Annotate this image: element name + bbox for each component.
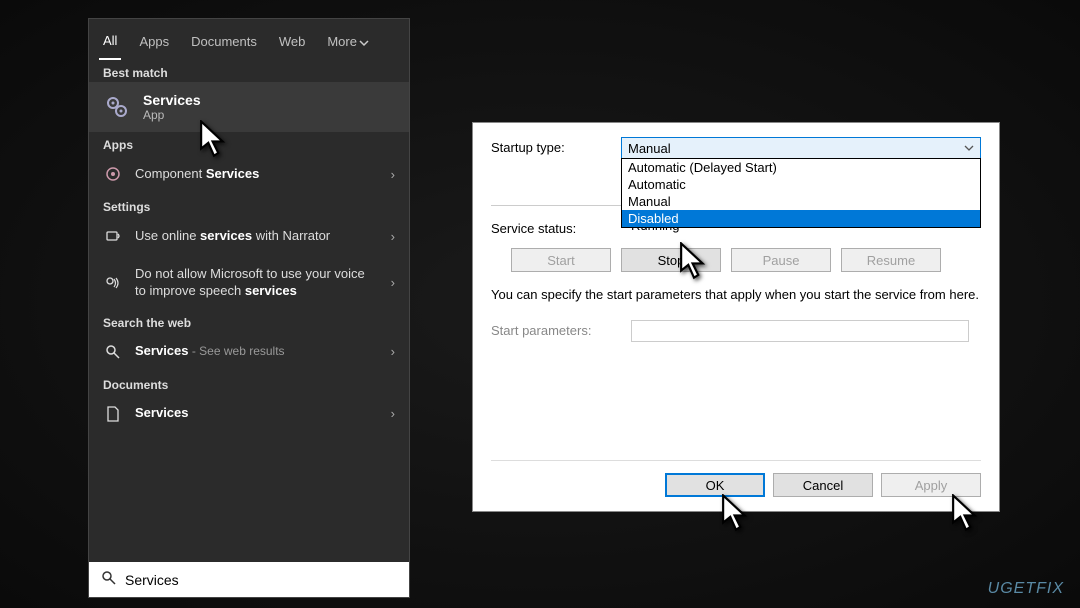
start-button: Start [511,248,611,272]
search-icon [101,570,117,589]
section-best-match: Best match [89,60,409,82]
best-match-title: Services [143,92,201,108]
chevron-right-icon: › [391,229,395,244]
service-status-label: Service status: [491,218,631,236]
document-icon [103,404,123,424]
item-speech[interactable]: Do not allow Microsoft to use your voice… [89,256,409,310]
chevron-right-icon: › [391,167,395,182]
startup-type-dropdown: Automatic (Delayed Start) Automatic Manu… [621,158,981,228]
start-menu-tabs: All Apps Documents Web More [89,19,409,60]
search-bar[interactable] [89,562,409,597]
start-params-description: You can specify the start parameters tha… [491,286,981,304]
stop-button[interactable]: Stop [621,248,721,272]
tab-web[interactable]: Web [275,26,310,59]
gear-icon [103,93,131,121]
chevron-right-icon: › [391,344,395,359]
item-web-results[interactable]: Services - See web results › [89,332,409,372]
section-apps: Apps [89,132,409,154]
component-icon [103,164,123,184]
option-automatic-delayed[interactable]: Automatic (Delayed Start) [622,159,980,176]
pause-button: Pause [731,248,831,272]
resume-button: Resume [841,248,941,272]
narrator-icon [103,226,123,246]
startup-type-label: Startup type: [491,137,621,155]
start-params-label: Start parameters: [491,320,631,338]
section-settings: Settings [89,194,409,216]
item-doc-services[interactable]: Services › [89,394,409,434]
apply-button: Apply [881,473,981,497]
start-params-input [631,320,969,342]
tab-documents[interactable]: Documents [187,26,261,59]
best-match-subtitle: App [143,108,201,122]
section-search-web: Search the web [89,310,409,332]
chevron-right-icon: › [391,406,395,421]
watermark: UGETFIX [988,580,1064,598]
search-icon [103,342,123,362]
item-component-services[interactable]: Component Services › [89,154,409,194]
tab-apps[interactable]: Apps [135,26,173,59]
best-match-item[interactable]: Services App [89,82,409,132]
chevron-right-icon: › [391,275,395,290]
search-input[interactable] [125,572,397,588]
tab-more[interactable]: More [323,26,373,59]
option-automatic[interactable]: Automatic [622,176,980,193]
startup-type-combobox[interactable]: Manual [621,137,981,159]
chevron-down-icon [964,143,974,153]
cancel-button[interactable]: Cancel [773,473,873,497]
tab-all[interactable]: All [99,25,121,60]
option-disabled[interactable]: Disabled [622,210,980,227]
option-manual[interactable]: Manual [622,193,980,210]
ok-button[interactable]: OK [665,473,765,497]
service-properties-dialog: Startup type: Manual Automatic (Delayed … [472,122,1000,512]
item-narrator[interactable]: Use online services with Narrator › [89,216,409,256]
start-menu: All Apps Documents Web More Best match S… [88,18,410,598]
section-documents: Documents [89,372,409,394]
microphone-icon [103,273,123,293]
chevron-down-icon [359,38,369,48]
